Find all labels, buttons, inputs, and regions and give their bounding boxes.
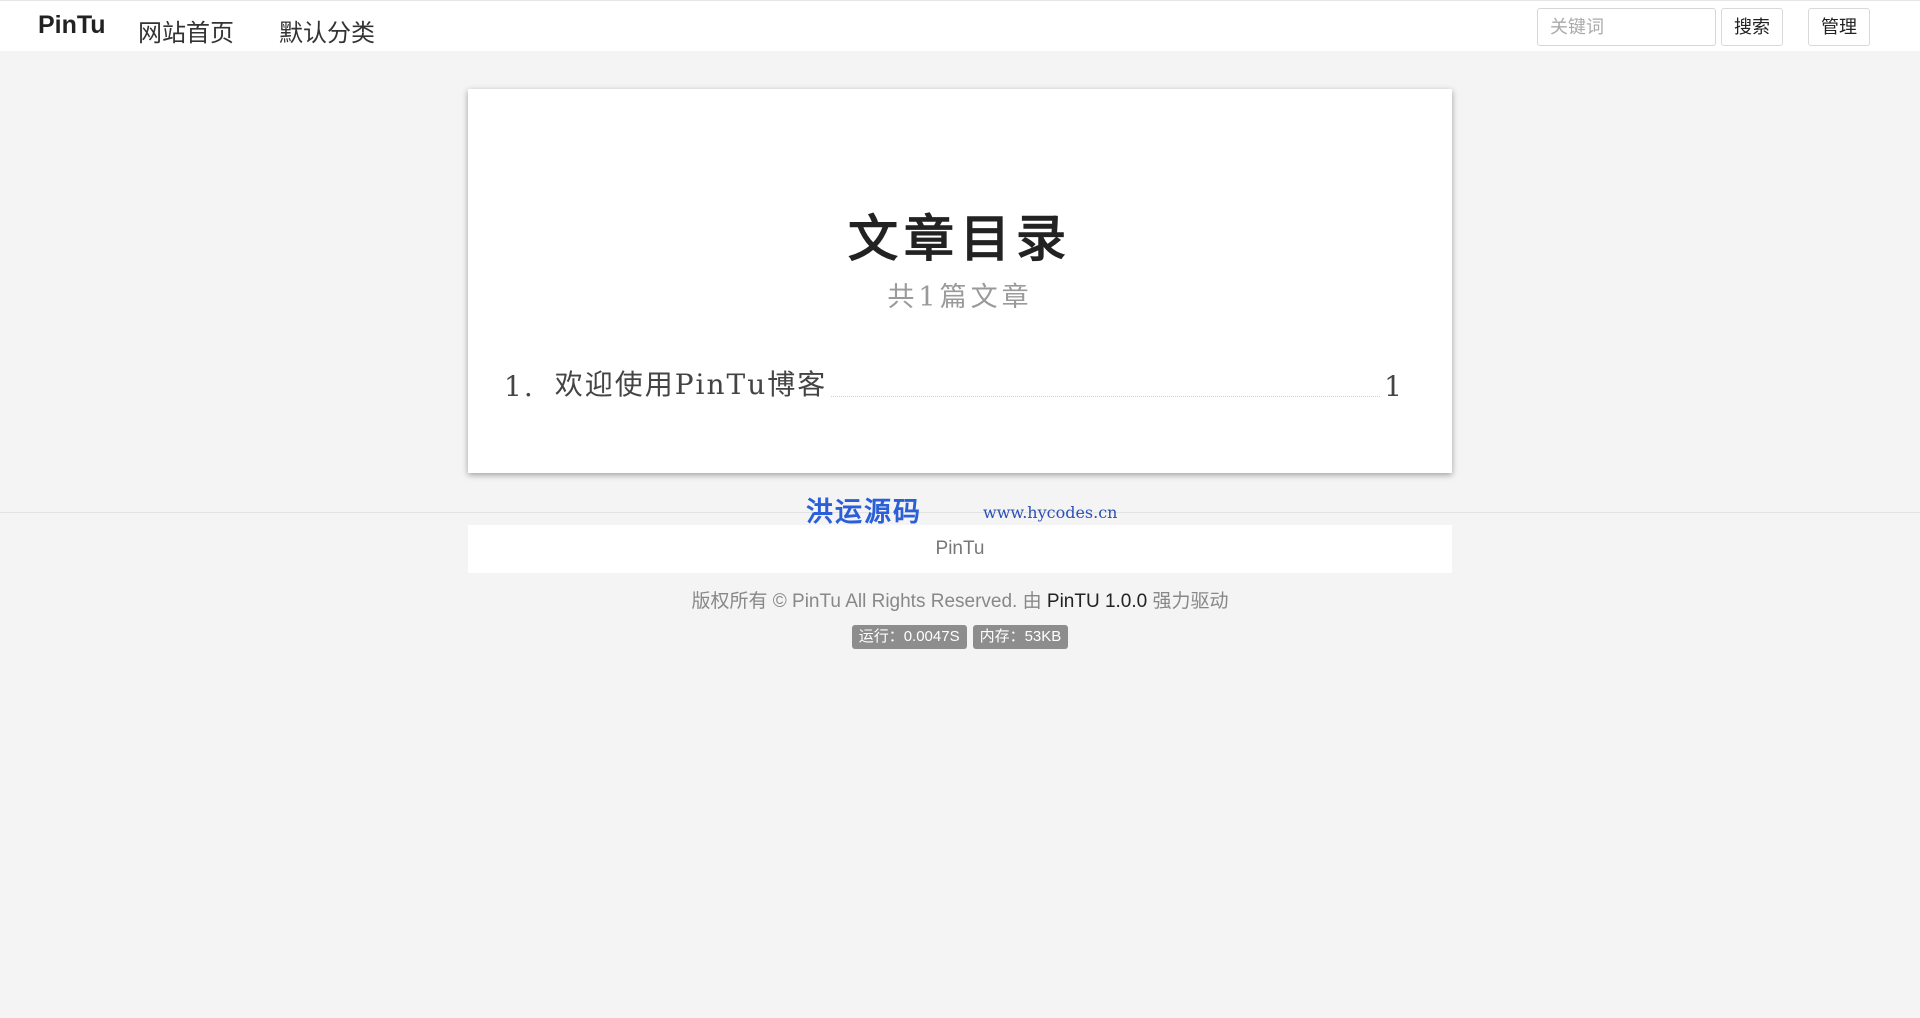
stats-badges: 运行：0.0047S 内存：53KB [0, 625, 1920, 649]
copyright-text: 版权所有 © PinTu All Rights Reserved. 由 [691, 591, 1042, 612]
catalog-title: 文章目录 [848, 209, 1072, 268]
article-list-item[interactable]: 1. 欢迎使用PinTu博客 1 [504, 363, 1402, 403]
search-input[interactable] [1537, 8, 1716, 46]
admin-button[interactable]: 管理 [1808, 8, 1870, 46]
footer-divider [0, 512, 1920, 513]
catalog-card: 文章目录 共1篇文章 1. 欢迎使用PinTu博客 1 [468, 89, 1452, 473]
copyright-suffix: 强力驱动 [1152, 591, 1229, 612]
search-button[interactable]: 搜索 [1721, 8, 1783, 46]
nav-link-default-category[interactable]: 默认分类 [279, 13, 375, 48]
catalog-count: 共1篇文章 [887, 282, 1033, 313]
copyright-line: 版权所有 © PinTu All Rights Reserved. 由 PinT… [0, 586, 1920, 613]
watermark-name: 洪运源码 [806, 497, 922, 528]
article-index: 1. [504, 370, 535, 403]
runtime-badge: 运行：0.0047S [851, 625, 967, 649]
article-page-number: 1 [1384, 370, 1402, 403]
nav-link-home[interactable]: 网站首页 [138, 13, 234, 48]
site-brand[interactable]: PinTu [38, 11, 106, 40]
top-navbar: PinTu 网站首页 默认分类 搜索 管理 [0, 0, 1920, 51]
article-list: 1. 欢迎使用PinTu博客 1 [504, 363, 1402, 403]
footer-site-name: PinTu [468, 525, 1452, 573]
memory-badge: 内存：53KB [972, 625, 1069, 649]
article-title-link[interactable]: 欢迎使用PinTu博客 [555, 363, 828, 403]
watermark-url: www.hycodes.cn [983, 503, 1118, 522]
dotted-leader [831, 396, 1381, 397]
powered-by-link[interactable]: PinTU 1.0.0 [1047, 591, 1147, 612]
